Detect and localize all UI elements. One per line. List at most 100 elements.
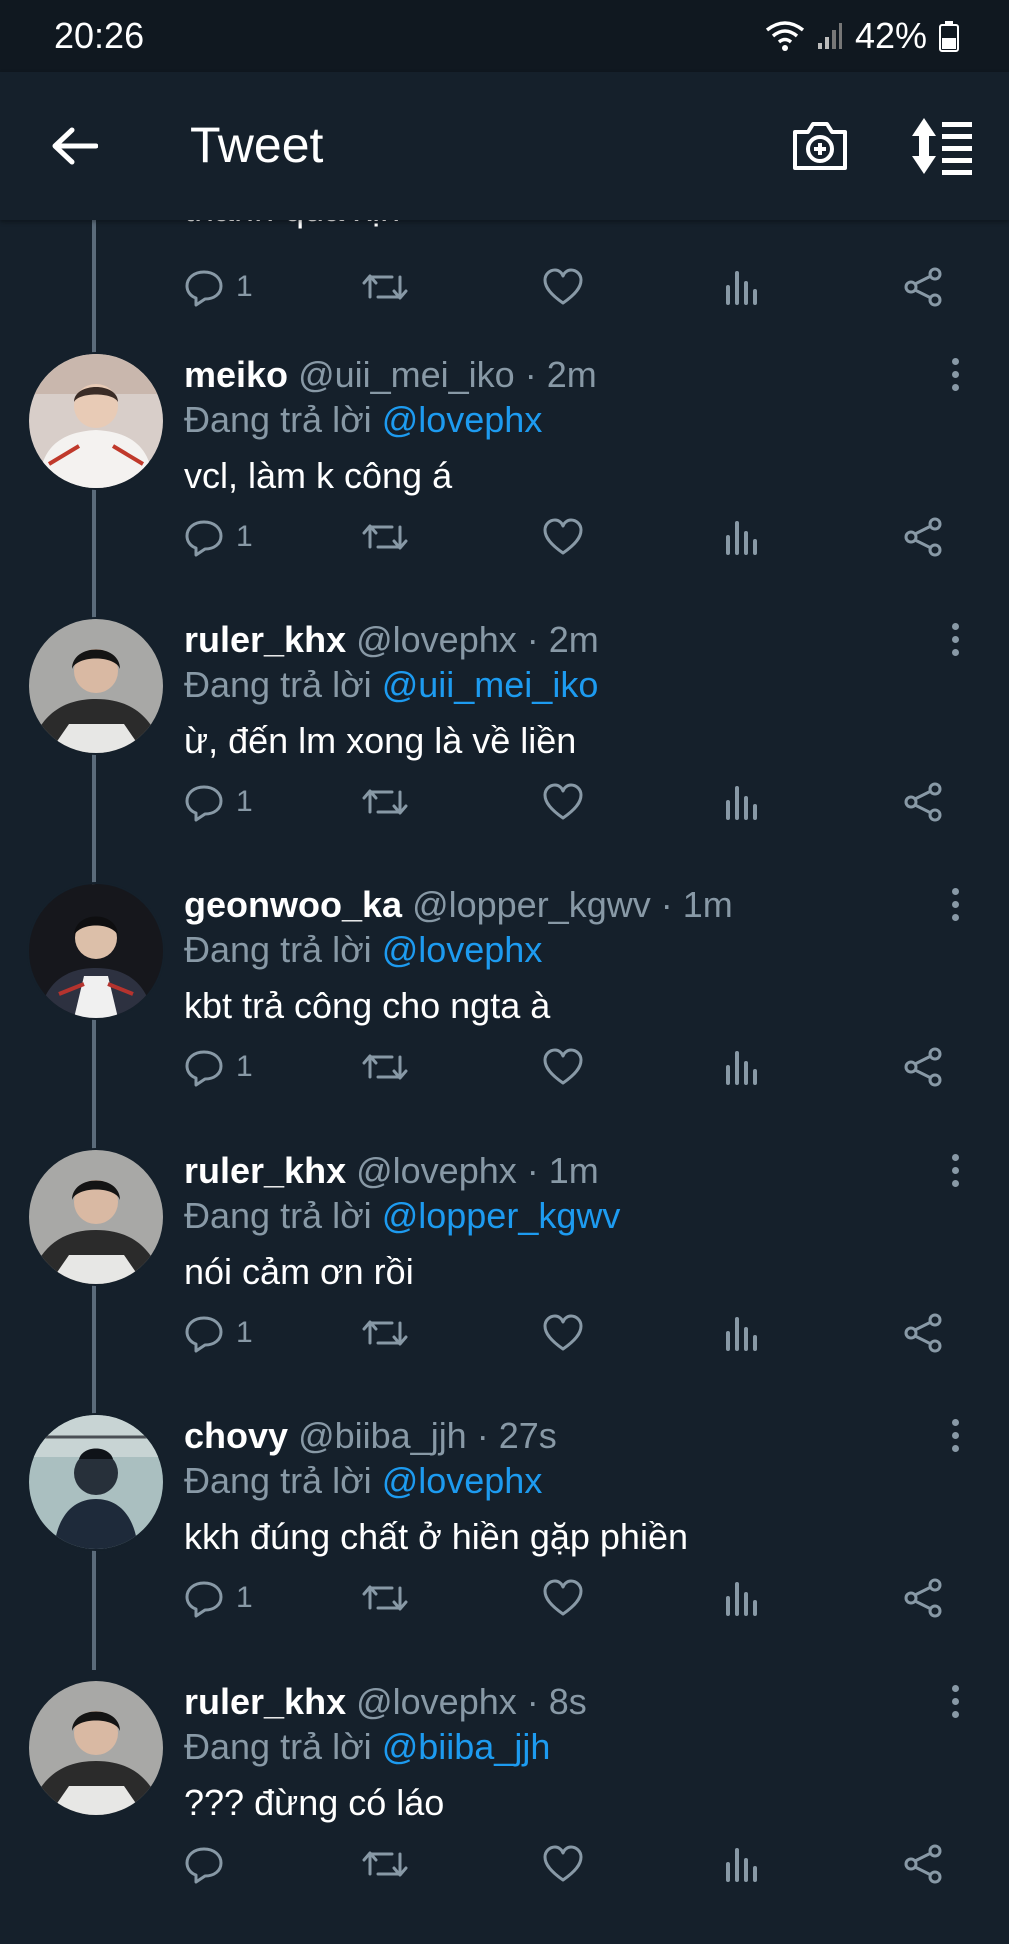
tweet-item[interactable]: ruler_khx @lovephx · 2m Đang trả lời @ui… <box>0 617 1009 882</box>
separator-dot: · <box>660 884 673 925</box>
tweet-text: vcl, làm k công á <box>184 455 453 496</box>
retweet-button[interactable] <box>362 1573 408 1623</box>
stats-button[interactable] <box>724 262 760 312</box>
wifi-icon <box>765 21 805 51</box>
tweet-item[interactable]: ruler_khx @lovephx · 8s Đang trả lời @bi… <box>0 1679 1009 1944</box>
like-button[interactable] <box>542 777 584 827</box>
display-name[interactable]: ruler_khx <box>184 1150 346 1191</box>
like-button[interactable] <box>542 512 584 562</box>
share-icon <box>904 267 942 307</box>
stats-button[interactable] <box>724 1839 760 1889</box>
more-options-button[interactable] <box>940 617 970 661</box>
avatar[interactable] <box>27 352 165 490</box>
tweet-header: chovy @biiba_jjh · 27s <box>184 1415 557 1457</box>
more-options-button[interactable] <box>940 1413 970 1457</box>
avatar[interactable] <box>27 617 165 755</box>
avatar[interactable] <box>27 882 165 1020</box>
retweet-button[interactable] <box>362 262 408 312</box>
more-options-button[interactable] <box>940 1679 970 1723</box>
like-button[interactable] <box>542 1573 584 1623</box>
tweet-header: ruler_khx @lovephx · 8s <box>184 1681 587 1723</box>
battery-icon <box>939 21 959 52</box>
sort-button[interactable] <box>910 116 976 176</box>
retweet-button[interactable] <box>362 1308 408 1358</box>
separator-dot: · <box>524 354 537 395</box>
share-icon <box>904 1578 942 1618</box>
stats-button[interactable] <box>724 1308 760 1358</box>
mention-link[interactable]: @biiba_jjh <box>382 1726 551 1767</box>
display-name[interactable]: meiko <box>184 354 288 395</box>
display-name[interactable]: ruler_khx <box>184 619 346 660</box>
reply-button[interactable]: 1 <box>184 1042 253 1092</box>
tweet-item[interactable]: ruler_khx @lovephx · 1m Đang trả lời @lo… <box>0 1148 1009 1413</box>
camera-add-icon <box>793 122 847 170</box>
tweet-item[interactable]: chovy @biiba_jjh · 27s Đang trả lời @lov… <box>0 1413 1009 1678</box>
reply-count: 1 <box>236 1581 253 1614</box>
user-handle: @lopper_kgwv <box>412 884 651 925</box>
reply-icon <box>185 1581 223 1618</box>
back-button[interactable] <box>46 118 102 174</box>
tweet-item[interactable]: geonwoo_ka @lopper_kgwv · 1m Đang trả lờ… <box>0 882 1009 1147</box>
tweet-header: geonwoo_ka @lopper_kgwv · 1m <box>184 884 733 926</box>
separator-dot: · <box>526 1150 539 1191</box>
stats-button[interactable] <box>724 512 760 562</box>
mention-link[interactable]: @lopper_kgwv <box>382 1195 621 1236</box>
tweet-text: ??? đừng có láo <box>184 1782 445 1823</box>
like-icon <box>543 1845 583 1882</box>
display-name[interactable]: chovy <box>184 1415 288 1456</box>
avatar[interactable] <box>27 1413 165 1551</box>
like-icon <box>543 518 583 555</box>
mention-link[interactable]: @uii_mei_iko <box>382 664 599 705</box>
stats-button[interactable] <box>724 1573 760 1623</box>
stats-button[interactable] <box>724 777 760 827</box>
separator-dot: · <box>526 619 539 660</box>
mention-link[interactable]: @lovephx <box>382 929 543 970</box>
replying-to-label: Đang trả lời <box>184 929 372 970</box>
retweet-icon <box>362 1320 408 1346</box>
avatar-image <box>29 1415 163 1549</box>
status-bar: 20:26 42% <box>0 0 1009 72</box>
more-options-button[interactable] <box>940 352 970 396</box>
stats-icon <box>726 521 757 555</box>
share-button[interactable] <box>902 1573 944 1623</box>
like-button[interactable] <box>542 1308 584 1358</box>
like-button[interactable] <box>542 1839 584 1889</box>
reply-button[interactable]: 1 <box>184 777 253 827</box>
more-options-button[interactable] <box>940 882 970 926</box>
share-button[interactable] <box>902 1042 944 1092</box>
stats-icon <box>726 1317 757 1351</box>
retweet-button[interactable] <box>362 777 408 827</box>
share-button[interactable] <box>902 777 944 827</box>
like-button[interactable] <box>542 262 584 312</box>
avatar[interactable] <box>27 1679 165 1817</box>
replying-to-label: Đang trả lời <box>184 664 372 705</box>
mention-link[interactable]: @lovephx <box>382 1460 543 1501</box>
avatar-image <box>29 1681 163 1815</box>
camera-button[interactable] <box>790 116 850 176</box>
reply-button[interactable]: 1 <box>184 1308 253 1358</box>
tweet-item[interactable]: meiko @uii_mei_iko · 2m Đang trả lời @lo… <box>0 352 1009 617</box>
replying-to-label: Đang trả lời <box>184 1195 372 1236</box>
retweet-icon <box>362 1851 408 1877</box>
reply-button[interactable]: 1 <box>184 1573 253 1623</box>
retweet-button[interactable] <box>362 1839 408 1889</box>
avatar[interactable] <box>27 1148 165 1286</box>
reply-count: 1 <box>236 1316 253 1349</box>
stats-icon <box>726 1582 757 1616</box>
share-button[interactable] <box>902 1839 944 1889</box>
stats-button[interactable] <box>724 1042 760 1092</box>
reply-button[interactable] <box>184 1839 236 1889</box>
reply-button[interactable]: 1 <box>184 262 253 312</box>
share-button[interactable] <box>902 262 944 312</box>
share-button[interactable] <box>902 512 944 562</box>
reply-button[interactable]: 1 <box>184 512 253 562</box>
display-name[interactable]: geonwoo_ka <box>184 884 402 925</box>
display-name[interactable]: ruler_khx <box>184 1681 346 1722</box>
retweet-button[interactable] <box>362 512 408 562</box>
tweet-actions <box>184 1839 974 1889</box>
like-button[interactable] <box>542 1042 584 1092</box>
mention-link[interactable]: @lovephx <box>382 399 543 440</box>
share-button[interactable] <box>902 1308 944 1358</box>
retweet-button[interactable] <box>362 1042 408 1092</box>
more-options-button[interactable] <box>940 1148 970 1192</box>
